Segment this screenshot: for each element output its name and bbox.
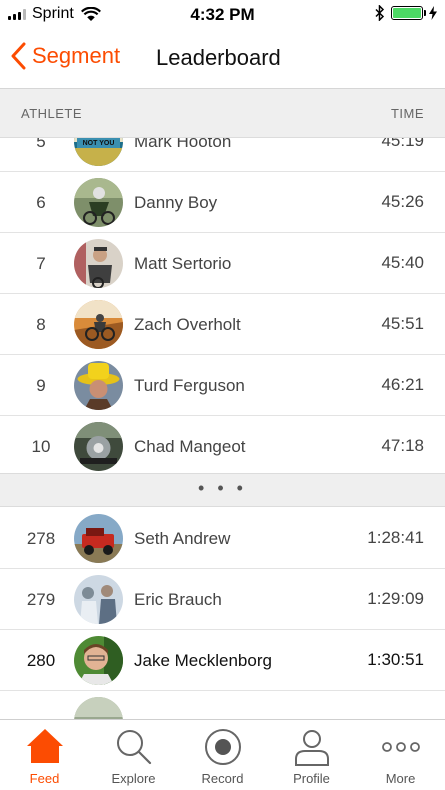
avatar bbox=[74, 575, 123, 624]
athlete-name: Danny Boy bbox=[134, 193, 218, 212]
avatar bbox=[74, 300, 123, 349]
tab-feed[interactable]: Feed bbox=[0, 720, 89, 790]
rank-label: 6 bbox=[36, 193, 46, 212]
bluetooth-icon bbox=[375, 5, 385, 21]
profile-icon bbox=[294, 730, 329, 766]
tab-label: Explore bbox=[111, 771, 156, 786]
athlete-name: Chad Mangeot bbox=[134, 437, 246, 456]
back-label: Segment bbox=[32, 43, 121, 68]
athlete-time: 47:18 bbox=[381, 436, 424, 455]
rank-label: 8 bbox=[36, 315, 46, 334]
avatar bbox=[74, 239, 123, 288]
rank-label: 5 bbox=[36, 138, 46, 151]
column-header: ATHLETE TIME bbox=[0, 89, 445, 138]
avatar: NOT YOU bbox=[74, 138, 123, 166]
rank-label: 10 bbox=[31, 437, 51, 456]
athlete-name: Seth Andrew bbox=[134, 529, 231, 548]
tab-label: Profile bbox=[293, 771, 330, 786]
search-icon bbox=[116, 730, 151, 765]
leaderboard-row[interactable]: 10 Chad Mangeot 47:18 bbox=[0, 416, 445, 477]
athlete-name: Zach Overholt bbox=[134, 315, 241, 334]
badge-text: NOT YOU bbox=[83, 140, 115, 147]
avatar bbox=[74, 636, 123, 685]
more-icon bbox=[381, 742, 420, 752]
athlete-name: Turd Ferguson bbox=[134, 376, 245, 395]
tab-label: Record bbox=[201, 771, 244, 786]
athlete-time: 1:29:09 bbox=[367, 589, 424, 608]
athlete-name: Jake Mecklenborg bbox=[134, 651, 272, 670]
athlete-name: Mark Hooton bbox=[134, 138, 232, 151]
leaderboard-row[interactable]: 7 Matt Sertorio 45:40 bbox=[0, 233, 445, 294]
rank-label: 280 bbox=[26, 651, 56, 670]
avatar bbox=[74, 178, 123, 227]
leaderboard-list[interactable]: 5 NOT YOU Mark Hooton 45:19 6 Danny Boy … bbox=[0, 138, 445, 719]
tab-record[interactable]: Record bbox=[178, 720, 267, 790]
rank-label: 9 bbox=[36, 376, 46, 395]
tab-more[interactable]: More bbox=[356, 720, 445, 790]
avatar bbox=[74, 514, 123, 563]
leaderboard-row[interactable]: 5 NOT YOU Mark Hooton 45:19 bbox=[0, 138, 445, 172]
avatar bbox=[74, 361, 123, 410]
leaderboard-row[interactable]: 9 Turd Ferguson 46:21 bbox=[0, 355, 445, 416]
leaderboard-row[interactable]: 6 Danny Boy 45:26 bbox=[0, 172, 445, 233]
chevron-left-icon bbox=[11, 42, 26, 70]
tab-explore[interactable]: Explore bbox=[89, 720, 178, 790]
record-icon bbox=[204, 729, 241, 765]
rank-label: 7 bbox=[36, 254, 46, 273]
time-column-label: TIME bbox=[390, 106, 424, 121]
rank-label: 278 bbox=[26, 529, 56, 548]
leaderboard-row[interactable]: 279 Eric Brauch 1:29:09 bbox=[0, 569, 445, 630]
athlete-time: 45:26 bbox=[381, 192, 424, 211]
status-bar: Sprint 4:32 PM bbox=[0, 0, 445, 30]
avatar bbox=[74, 697, 123, 719]
leaderboard-row[interactable]: 8 Zach Overholt 45:51 bbox=[0, 294, 445, 355]
home-icon bbox=[26, 729, 63, 763]
leaderboard-row-current-athlete[interactable]: 280 Jake Mecklenborg 1:30:51 bbox=[0, 630, 445, 691]
athlete-time: 45:51 bbox=[381, 314, 424, 333]
athlete-column-label: ATHLETE bbox=[21, 106, 83, 121]
athlete-name: Eric Brauch bbox=[134, 590, 222, 609]
tab-bar: Feed Explore Record Profile More bbox=[0, 719, 445, 789]
leaderboard-row-partial[interactable] bbox=[0, 691, 445, 719]
athlete-time: 45:19 bbox=[381, 138, 424, 150]
tab-profile[interactable]: Profile bbox=[267, 720, 356, 790]
tab-label: More bbox=[385, 771, 416, 786]
avatar bbox=[74, 422, 123, 471]
athlete-time: 1:30:51 bbox=[367, 650, 424, 669]
athlete-time: 46:21 bbox=[381, 375, 424, 394]
tab-label: Feed bbox=[29, 771, 60, 786]
battery-icon bbox=[391, 6, 426, 20]
athlete-time: 1:28:41 bbox=[367, 528, 424, 547]
athlete-time: 45:40 bbox=[381, 253, 424, 272]
rank-label: 279 bbox=[26, 590, 56, 609]
leaderboard-row[interactable]: 278 Seth Andrew 1:28:41 bbox=[0, 508, 445, 569]
charging-icon bbox=[429, 6, 437, 20]
back-button[interactable]: Segment bbox=[10, 42, 120, 70]
ellipsis-label: • • • bbox=[198, 478, 247, 498]
athlete-name: Matt Sertorio bbox=[134, 254, 232, 273]
navigation-bar: Segment Leaderboard bbox=[0, 30, 445, 89]
status-right bbox=[375, 5, 437, 21]
leaderboard-gap-separator: • • • bbox=[0, 473, 445, 507]
page-title: Leaderboard bbox=[156, 45, 281, 70]
